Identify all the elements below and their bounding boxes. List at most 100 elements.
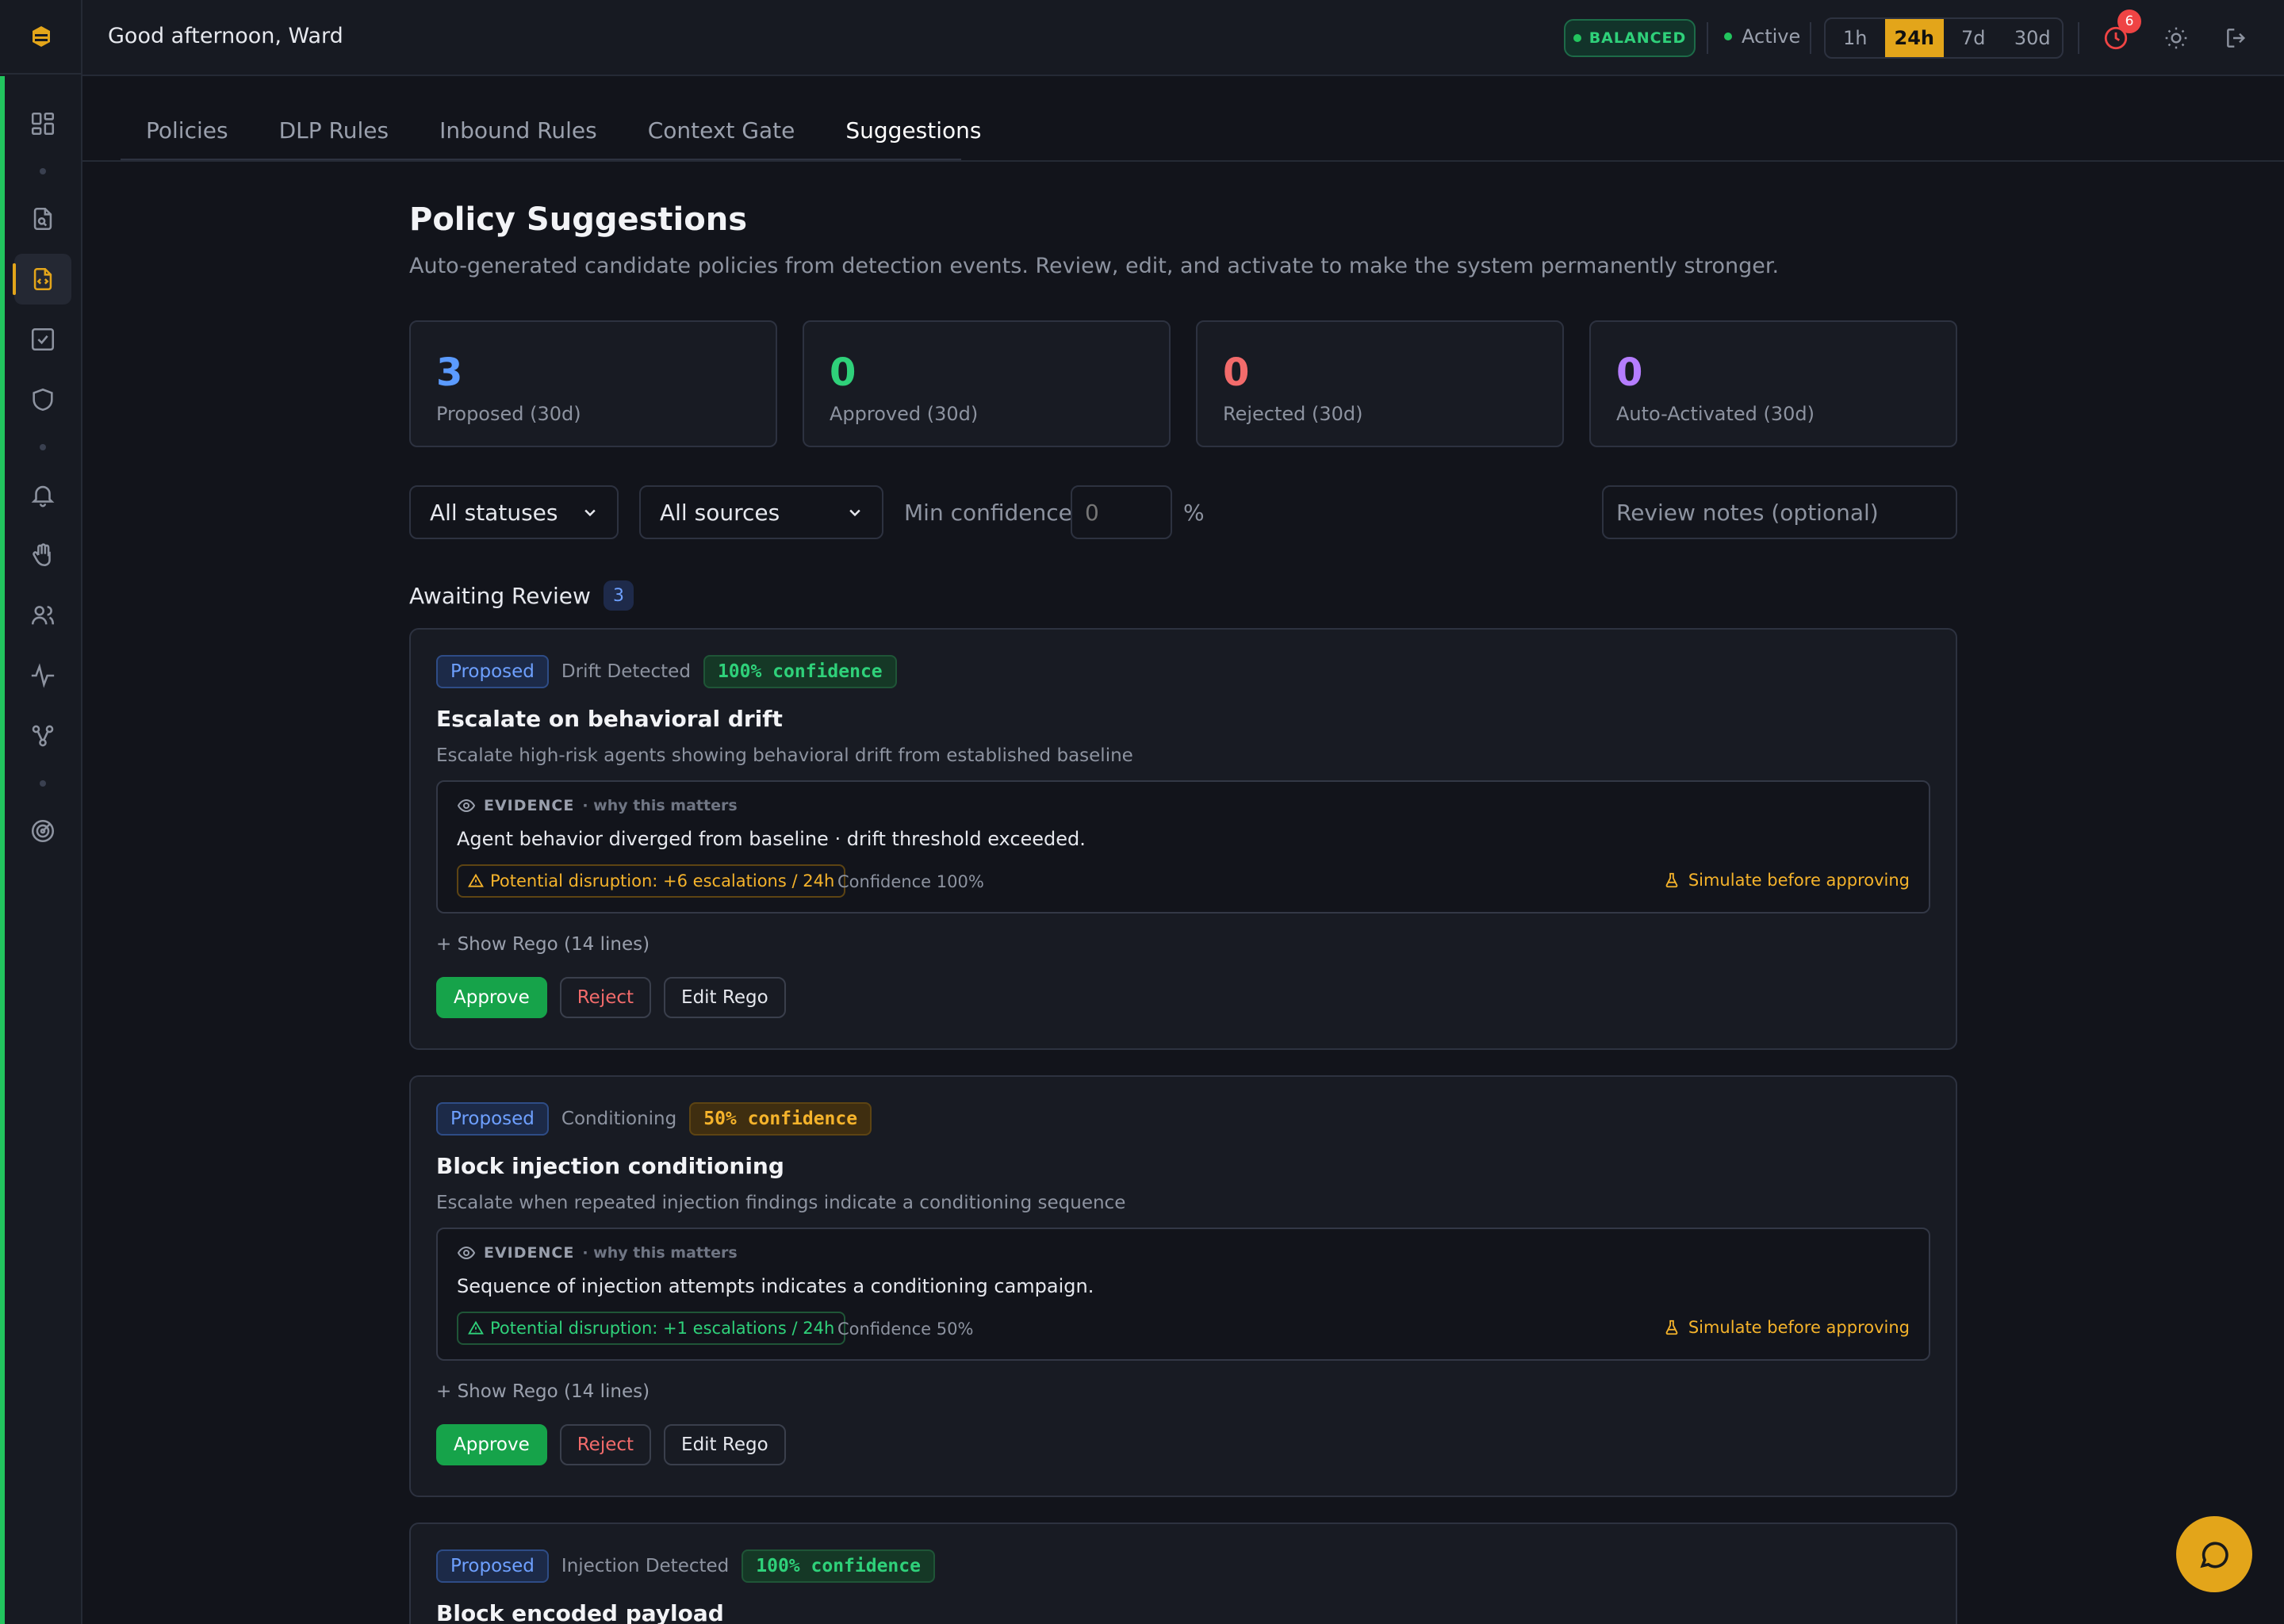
show-rego-toggle[interactable]: + Show Rego (14 lines) — [436, 934, 650, 955]
disruption-text: Potential disruption: +1 escalations / 2… — [490, 1319, 835, 1338]
show-rego-toggle[interactable]: + Show Rego (14 lines) — [436, 1381, 650, 1402]
tab-dlp-rules[interactable]: DLP Rules — [254, 103, 414, 160]
sidebar-accent-bar — [0, 76, 5, 1624]
disruption-badge: Potential disruption: +6 escalations / 2… — [457, 864, 846, 898]
awaiting-review-heading: Awaiting Review 3 — [409, 580, 634, 611]
stat-value: 0 — [1223, 350, 1250, 395]
warning-triangle-icon — [468, 1320, 484, 1335]
sidebar-divider-dot — [40, 444, 46, 450]
edit-rego-button[interactable]: Edit Rego — [664, 977, 786, 1018]
suggestion-title: Block injection conditioning — [436, 1153, 784, 1179]
suggestion-title: Escalate on behavioral drift — [436, 706, 783, 732]
suggestion-description: Escalate when repeated injection finding… — [436, 1193, 1126, 1213]
chat-bubble-icon — [2200, 1542, 2228, 1568]
theme-toggle-sun-icon[interactable] — [2157, 19, 2195, 57]
tab-context-gate[interactable]: Context Gate — [623, 103, 821, 160]
evidence-label: EVIDENCE — [484, 1244, 575, 1262]
stat-label: Auto-Activated (30d) — [1616, 403, 1815, 425]
source-label: Drift Detected — [561, 661, 691, 682]
disruption-text: Potential disruption: +6 escalations / 2… — [490, 871, 835, 891]
stat-value: 0 — [1616, 350, 1643, 395]
range-30d-button[interactable]: 30d — [2003, 19, 2063, 57]
tab-inbound-rules[interactable]: Inbound Rules — [414, 103, 623, 160]
logout-icon[interactable] — [2217, 19, 2255, 57]
status-filter-value: All statuses — [430, 499, 558, 526]
reject-button[interactable]: Reject — [559, 1424, 652, 1465]
status-badge: Proposed — [436, 1102, 549, 1136]
simulate-label: Simulate before approving — [1688, 871, 1910, 890]
chat-button[interactable] — [2176, 1516, 2252, 1592]
flask-icon — [1665, 1320, 1678, 1335]
greeting: Good afternoon, Ward — [108, 24, 343, 48]
confidence-badge: 100% confidence — [742, 1549, 935, 1583]
suggestion-title: Block encoded payload — [436, 1600, 724, 1624]
stat-value: 0 — [830, 350, 856, 395]
status-dot — [1573, 34, 1581, 42]
chevron-down-icon — [849, 509, 860, 517]
stat-card-proposed: 3 Proposed (30d) — [409, 320, 777, 447]
activity-icon[interactable] — [14, 650, 71, 701]
simulate-link[interactable]: Simulate before approving — [1663, 1318, 1910, 1337]
simulate-label: Simulate before approving — [1688, 1318, 1910, 1337]
radar-icon[interactable] — [14, 806, 71, 856]
stat-card-auto-activated: 0 Auto-Activated (30d) — [1589, 320, 1957, 447]
min-confidence-label: Min confidence: — [904, 500, 1080, 526]
dashboard-icon[interactable] — [14, 98, 71, 149]
review-notes-input[interactable] — [1602, 485, 1957, 539]
suggestion-card: Proposed Injection Detected 100% confide… — [409, 1522, 1957, 1624]
warning-triangle-icon — [468, 873, 484, 887]
policy-tabs: Policies DLP Rules Inbound Rules Context… — [121, 103, 981, 160]
evidence-panel: EVIDENCE · why this matters Sequence of … — [436, 1228, 1930, 1361]
chevron-down-icon — [584, 509, 596, 517]
file-scan-icon[interactable] — [14, 193, 71, 244]
evidence-text: Sequence of injection attempts indicates… — [457, 1275, 1094, 1297]
status-badge: Proposed — [436, 655, 549, 688]
users-icon[interactable] — [14, 590, 71, 641]
policy-code-icon[interactable] — [13, 254, 71, 304]
status-badge: Proposed — [436, 1549, 549, 1583]
divider — [1707, 22, 1708, 54]
suggestion-card: Proposed Drift Detected 100% confidence … — [409, 628, 1957, 1050]
status-filter-select[interactable]: All statuses — [409, 485, 619, 539]
divider — [1810, 22, 1811, 54]
sidebar — [0, 0, 82, 1624]
evidence-label: EVIDENCE — [484, 797, 575, 814]
workflow-icon[interactable] — [14, 710, 71, 761]
notification-badge: 6 — [2117, 10, 2141, 33]
min-confidence-input[interactable] — [1071, 485, 1172, 539]
hand-icon[interactable] — [14, 530, 71, 580]
suggestion-card: Proposed Conditioning 50% confidence Blo… — [409, 1075, 1957, 1497]
approve-button[interactable]: Approve — [436, 977, 547, 1018]
stat-value: 3 — [436, 350, 463, 395]
mode-badge-label: BALANCED — [1588, 29, 1687, 47]
checklist-icon[interactable] — [14, 314, 71, 365]
sidebar-divider-dot — [40, 168, 46, 174]
status-label: Active — [1742, 25, 1801, 48]
page-title: Policy Suggestions — [409, 201, 748, 238]
suggestion-description: Escalate high-risk agents showing behavi… — [436, 745, 1133, 766]
disruption-badge: Potential disruption: +1 escalations / 2… — [457, 1312, 846, 1345]
approve-button[interactable]: Approve — [436, 1424, 547, 1465]
range-24h-button[interactable]: 24h — [1884, 19, 1944, 57]
tab-policies[interactable]: Policies — [121, 103, 254, 160]
reject-button[interactable]: Reject — [559, 977, 652, 1018]
mode-badge[interactable]: BALANCED — [1564, 19, 1696, 57]
shield-icon[interactable] — [14, 374, 71, 425]
evidence-panel: EVIDENCE · why this matters Agent behavi… — [436, 780, 1930, 914]
range-7d-button[interactable]: 7d — [1944, 19, 2003, 57]
tag-row: Proposed Conditioning 50% confidence — [436, 1102, 872, 1136]
edit-rego-button[interactable]: Edit Rego — [664, 1424, 786, 1465]
tab-suggestions[interactable]: Suggestions — [820, 103, 1006, 160]
bell-icon[interactable] — [14, 469, 71, 520]
range-1h-button[interactable]: 1h — [1826, 19, 1885, 57]
alerts-clock-icon[interactable]: 6 — [2097, 10, 2141, 57]
action-buttons: Approve Reject Edit Rego — [436, 977, 786, 1018]
simulate-link[interactable]: Simulate before approving — [1663, 871, 1910, 890]
tag-row: Proposed Drift Detected 100% confidence — [436, 655, 897, 688]
status-indicator: Active — [1724, 25, 1800, 48]
logo-icon[interactable] — [0, 0, 82, 75]
flask-icon — [1665, 872, 1678, 888]
source-filter-select[interactable]: All sources — [639, 485, 883, 539]
evidence-why: · why this matters — [582, 1244, 738, 1262]
eye-icon — [457, 1246, 476, 1260]
